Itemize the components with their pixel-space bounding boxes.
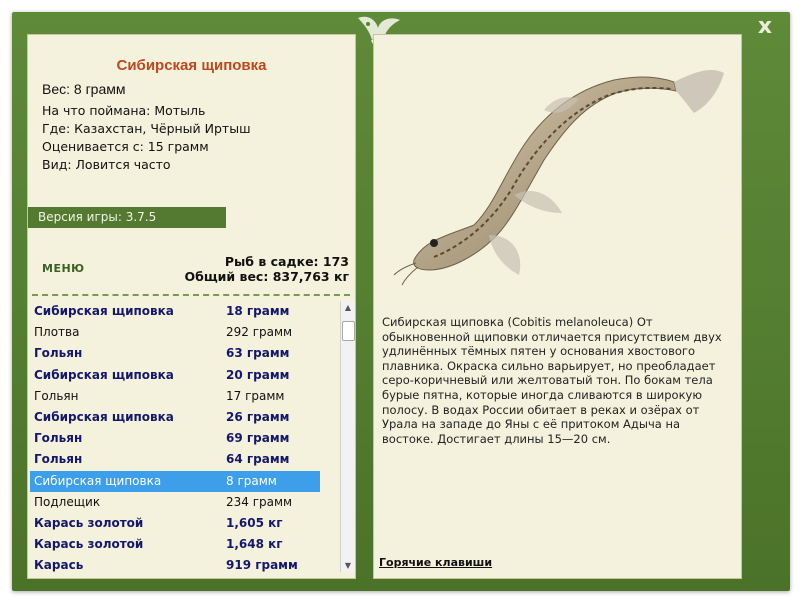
catch-fish-name: Карась золотой <box>34 516 144 530</box>
catch-list-row[interactable]: Сибирская щиповка 26 грамм <box>30 407 320 428</box>
catch-list-row[interactable]: Сибирская щиповка 8 грамм <box>30 470 320 492</box>
fish-info-panel: Сибирская щиповка Вес: 8 грамм На что по… <box>27 34 356 579</box>
catch-list-row[interactable]: Гольян 64 грамм <box>30 449 320 470</box>
type-line: Вид: Ловится часто <box>42 157 171 172</box>
catch-fish-weight: 18 грамм <box>226 304 290 318</box>
catch-list[interactable]: Сибирская щиповка 18 грамм Плотва 292 грамм… <box>28 301 340 578</box>
scrollbar[interactable]: ▲ ▼ <box>340 301 355 572</box>
catch-fish-weight: 26 грамм <box>226 410 290 424</box>
catch-list-row[interactable]: Гольян 69 грамм <box>30 428 320 449</box>
location-line: Где: Казахстан, Чёрный Иртыш <box>42 121 251 136</box>
version-bar: Версия игры: 3.7.5 <box>28 207 226 228</box>
catch-fish-name: Сибирская щиповка <box>34 367 174 382</box>
close-icon: x <box>757 14 773 39</box>
catch-fish-name: Сибирская щиповка <box>34 410 174 424</box>
catch-list-row[interactable]: Подлещик 234 грамм <box>30 492 320 513</box>
catch-fish-weight: 20 грамм <box>226 367 290 382</box>
catch-fish-name: Карась <box>34 558 84 573</box>
hotkeys-link[interactable]: Горячие клавиши <box>379 556 492 569</box>
catch-list-row[interactable]: Сибирская щиповка 20 грамм <box>30 365 320 386</box>
catch-fish-name: Гольян <box>34 388 79 403</box>
scroll-thumb[interactable] <box>342 321 355 341</box>
catch-list-row[interactable]: Гольян 63 грамм <box>30 343 320 364</box>
catch-list-row[interactable]: Гольян 17 грамм <box>30 386 320 407</box>
catch-fish-name: Гольян <box>34 431 83 446</box>
catch-fish-weight: 1,648 кг <box>226 537 283 552</box>
total-weight: Общий вес: 837,763 кг <box>184 269 350 284</box>
fish-weight: Вес: 8 грамм <box>42 81 126 97</box>
catch-fish-weight: 919 грамм <box>226 558 298 573</box>
catch-fish-name: Гольян <box>34 346 83 361</box>
catch-fish-name: Плотва <box>34 325 80 340</box>
scroll-up-icon[interactable]: ▲ <box>341 301 355 314</box>
catch-fish-name: Сибирская щиповка <box>34 304 174 318</box>
fish-count: Рыб в садке: 173 <box>224 254 349 269</box>
scroll-down-icon[interactable]: ▼ <box>341 559 355 572</box>
fish-details: На что поймана: Мотыль Где: Казахстан, Ч… <box>42 102 251 174</box>
close-button[interactable]: x <box>752 14 778 40</box>
catch-fish-name: Подлещик <box>34 494 101 509</box>
menu-button[interactable]: МЕНЮ <box>42 262 85 275</box>
catch-fish-weight: 17 грамм <box>226 388 285 403</box>
catch-fish-name: Карась золотой <box>34 537 144 552</box>
fish-description: Сибирская щиповка (Cobitis melanoleuca) … <box>382 315 722 446</box>
catch-list-row[interactable]: Плотва 292 грамм <box>30 322 320 343</box>
catch-fish-weight: 63 грамм <box>226 346 290 361</box>
catch-fish-weight: 64 грамм <box>226 452 290 467</box>
catch-stats: Рыб в садке: 173 Общий вес: 837,763 кг <box>185 254 350 284</box>
catch-fish-weight: 292 грамм <box>226 325 293 340</box>
bait-line: На что поймана: Мотыль <box>42 103 206 118</box>
catch-fish-weight: 69 грамм <box>226 431 290 446</box>
separator <box>32 294 350 296</box>
catch-fish-weight: 1,605 кг <box>226 516 283 530</box>
catch-list-row[interactable]: Карась золотой 1,648 кг <box>30 534 320 555</box>
catch-fish-weight: 234 грамм <box>226 494 293 509</box>
catch-list-row[interactable]: Сибирская щиповка 18 грамм <box>30 301 320 322</box>
fish-title: Сибирская щиповка <box>116 57 267 74</box>
catch-fish-name: Гольян <box>34 452 83 467</box>
catch-list-row[interactable]: Карась 919 грамм <box>30 555 320 576</box>
catch-list-row[interactable]: Карась золотой 1,605 кг <box>30 513 320 534</box>
fish-description-panel: Сибирская щиповка (Cobitis melanoleuca) … <box>373 34 742 579</box>
catch-fish-name: Сибирская щиповка <box>34 473 162 488</box>
fish-image <box>393 70 724 286</box>
value-line: Оценивается с: 15 грамм <box>42 139 209 154</box>
catch-fish-weight: 8 грамм <box>226 473 277 488</box>
